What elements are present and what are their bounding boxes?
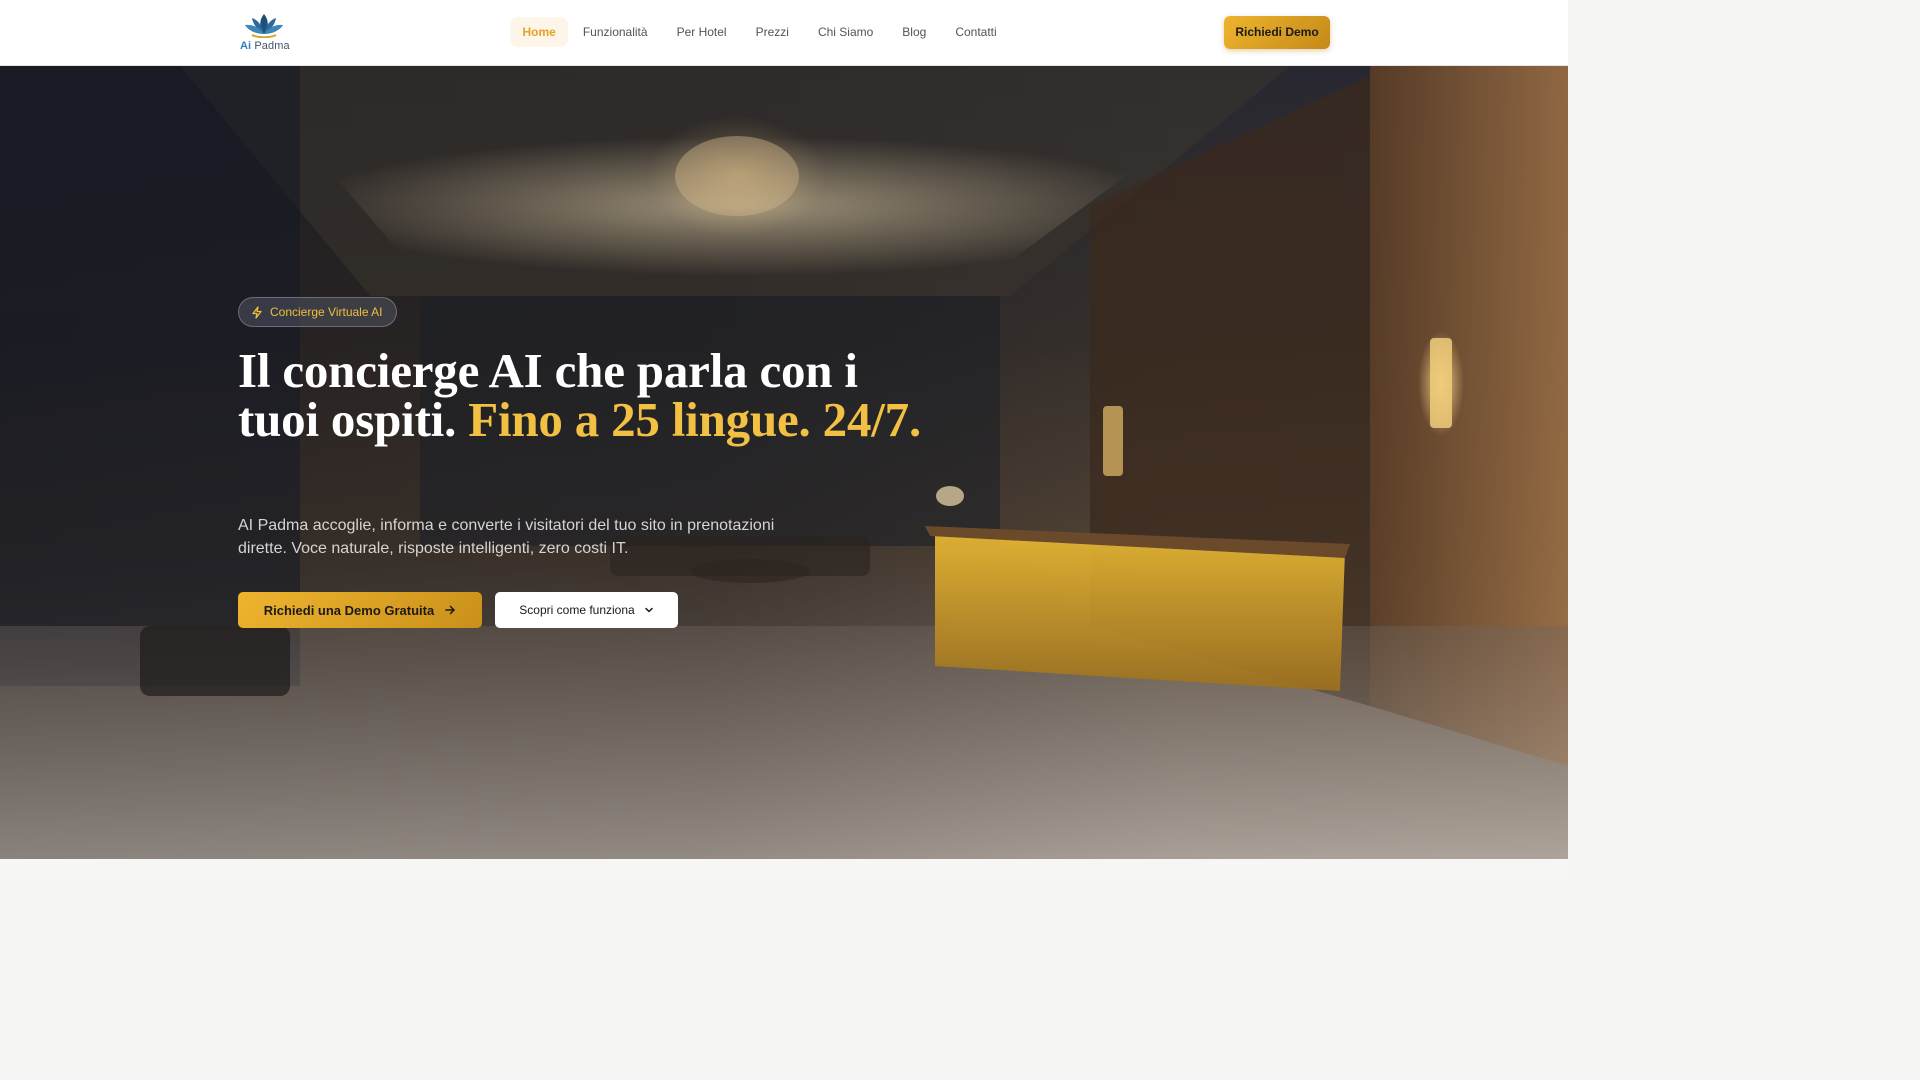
hero-badge: Concierge Virtuale AI <box>238 297 397 327</box>
hero-headline-highlight: Fino a 25 lingue. 24/7. <box>468 392 922 447</box>
next-section-edge <box>0 859 1568 882</box>
nav-item-blog[interactable]: Blog <box>888 17 941 47</box>
request-free-demo-label: Richiedi una Demo Gratuita <box>263 602 435 618</box>
hero-subtitle: AI Padma accoglie, informa e converte i … <box>238 517 775 557</box>
lotus-logo-icon <box>245 14 283 38</box>
discover-how-it-works-label: Scopri come funziona <box>519 603 635 617</box>
lightning-icon <box>252 305 262 319</box>
hotel-lobby-background-image <box>0 66 1568 859</box>
discover-how-it-works-button[interactable]: Scopri come funziona <box>495 592 678 628</box>
request-free-demo-button[interactable]: Richiedi una Demo Gratuita <box>238 592 482 628</box>
site-header: Ai Padma Home Funzionalità Per Hotel Pre… <box>0 0 1568 66</box>
hero-section: Concierge Virtuale AI Il concierge AI ch… <box>0 66 1568 859</box>
hero-badge-label: Concierge Virtuale AI <box>270 305 383 319</box>
nav-item-chi-siamo[interactable]: Chi Siamo <box>803 17 887 47</box>
request-demo-button[interactable]: Richiedi Demo <box>1224 16 1330 49</box>
nav-item-prezzi[interactable]: Prezzi <box>741 17 803 47</box>
chevron-down-icon <box>644 607 653 613</box>
logo[interactable]: Ai Padma <box>238 12 290 54</box>
nav-item-contatti[interactable]: Contatti <box>941 17 1011 47</box>
main-nav: Home Funzionalità Per Hotel Prezzi Chi S… <box>510 17 1011 47</box>
nav-item-funzionalita[interactable]: Funzionalità <box>568 17 662 47</box>
logo-text: Ai Padma <box>240 40 290 52</box>
arrow-right-icon <box>445 605 455 615</box>
hero-headline: Il concierge AI che parla con i tuoi osp… <box>238 346 938 444</box>
nav-item-per-hotel[interactable]: Per Hotel <box>662 17 741 47</box>
nav-item-home[interactable]: Home <box>510 17 569 47</box>
